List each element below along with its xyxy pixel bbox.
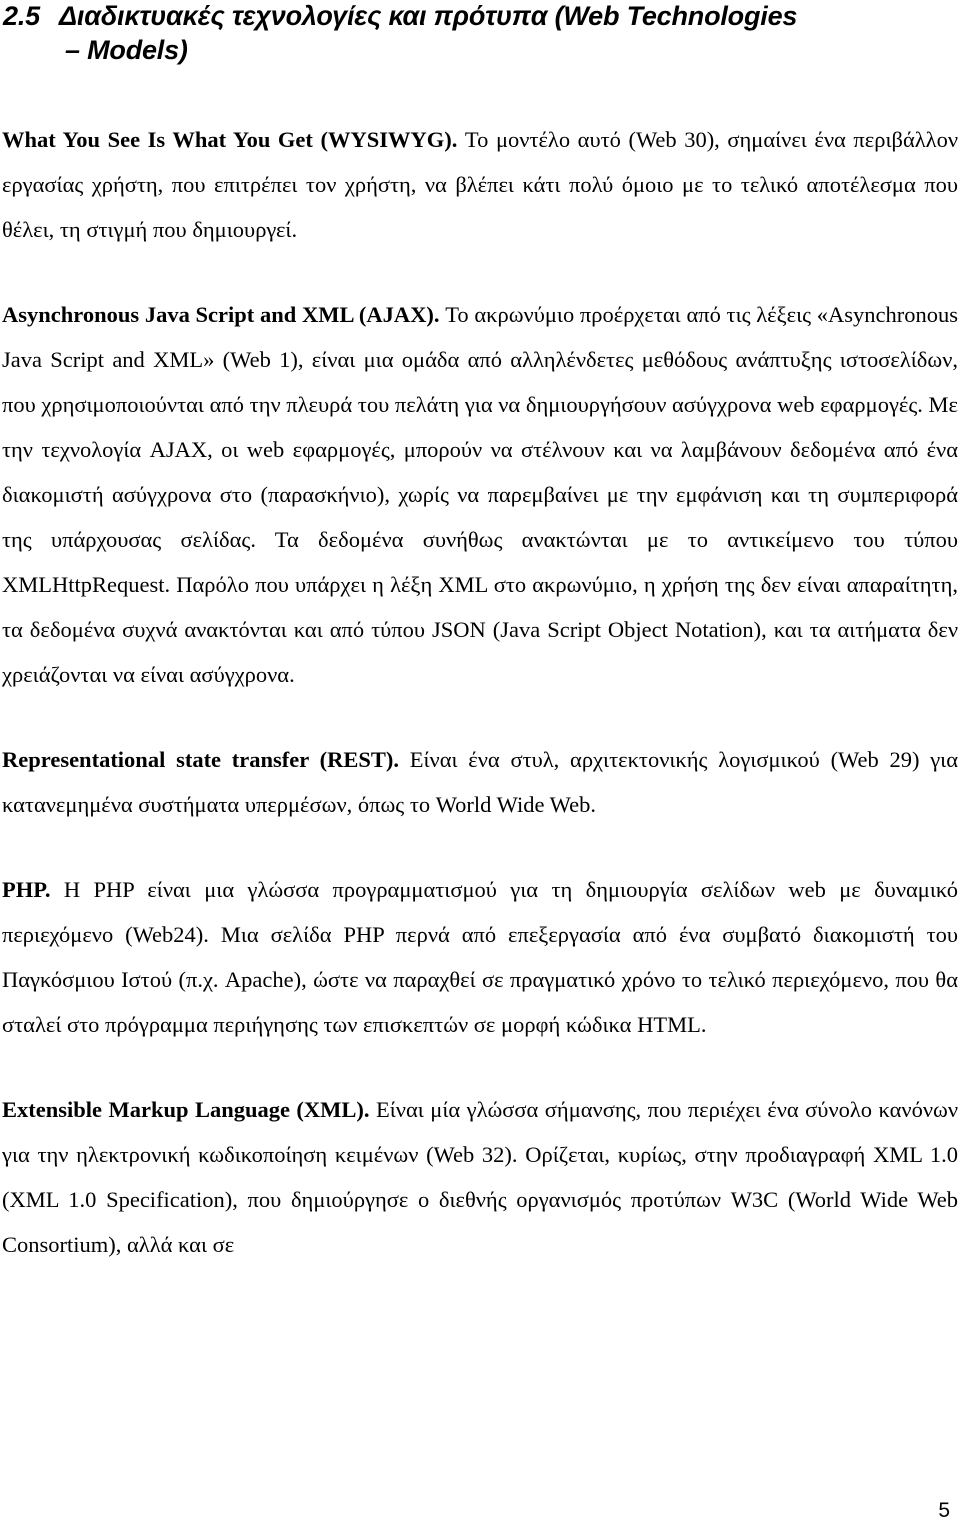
paragraph-xml-lead: Extensible Markup Language (XML).	[2, 1097, 370, 1122]
page-number: 5	[938, 1499, 950, 1522]
paragraph-php-lead: PHP.	[2, 877, 51, 902]
spacer-after-heading	[2, 67, 958, 117]
section-heading-line2: – Models)	[65, 35, 188, 65]
paragraph-ajax-body: Το ακρωνύμιο προέρχεται από τις λέξεις «…	[2, 302, 958, 687]
paragraph-php: PHP. Η PHP είναι μια γλώσσα προγραμματισ…	[2, 867, 958, 1047]
paragraph-xml: Extensible Markup Language (XML). Είναι …	[2, 1087, 958, 1267]
paragraph-rest-lead: Representational state transfer (REST).	[2, 747, 399, 772]
paragraph-wysiwyg: What You See Is What You Get (WYSIWYG). …	[2, 117, 958, 252]
paragraph-php-body: Η PHP είναι μια γλώσσα προγραμματισμού γ…	[2, 877, 958, 1037]
paragraph-ajax: Asynchronous Java Script and XML (AJAX).…	[2, 292, 958, 697]
section-number: 2.5	[3, 1, 40, 31]
section-heading: 2.5 Διαδικτυακές τεχνολογίες και πρότυπα …	[2, 0, 958, 67]
paragraph-ajax-lead: Asynchronous Java Script and XML (AJAX).	[2, 302, 440, 327]
document-page: 2.5 Διαδικτυακές τεχνολογίες και πρότυπα …	[0, 0, 960, 1531]
paragraph-wysiwyg-lead: What You See Is What You Get (WYSIWYG).	[2, 127, 458, 152]
paragraph-rest: Representational state transfer (REST). …	[2, 737, 958, 827]
section-heading-line1: Διαδικτυακές τεχνολογίες και πρότυπα (We…	[59, 1, 798, 31]
